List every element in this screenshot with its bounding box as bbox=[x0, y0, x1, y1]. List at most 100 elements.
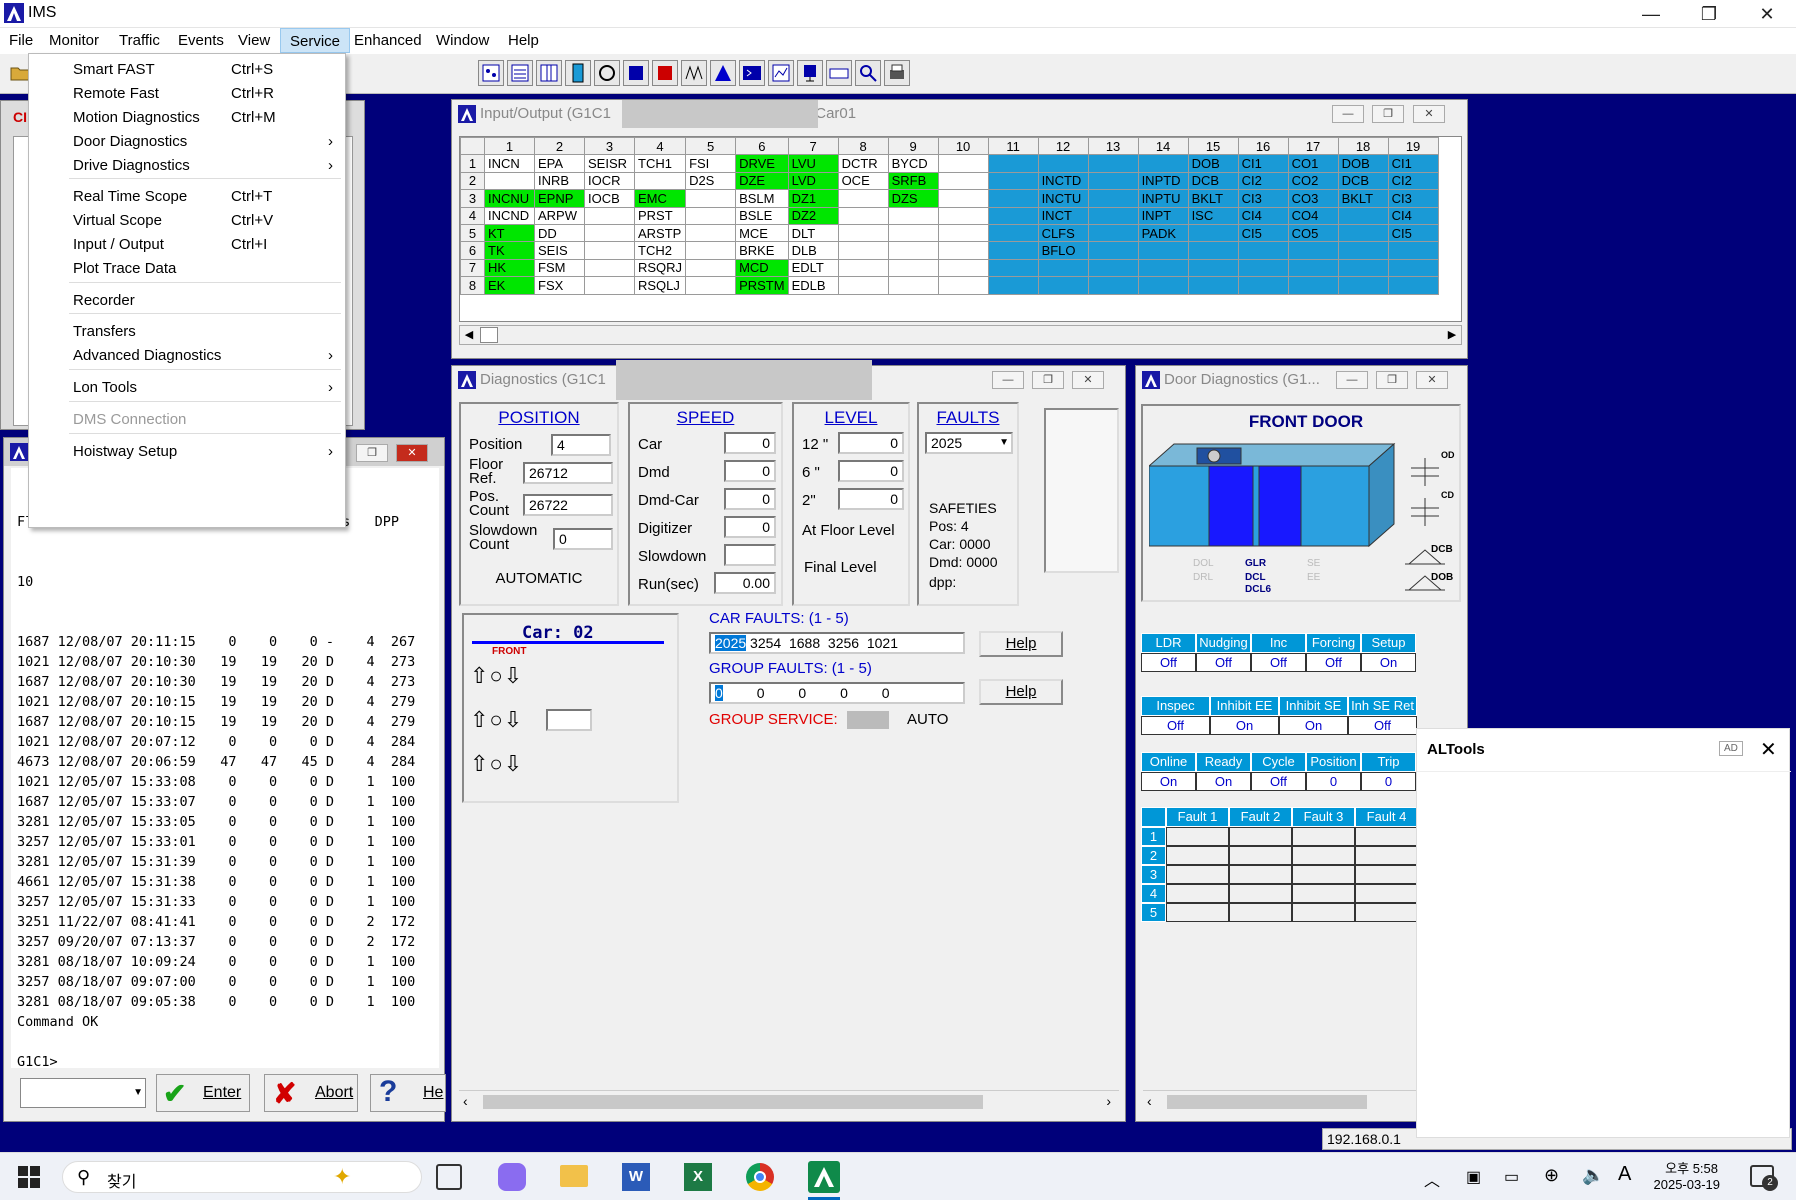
volume-icon[interactable]: 🔈 bbox=[1582, 1165, 1604, 1186]
scroll-thumb[interactable] bbox=[483, 1095, 983, 1109]
io-cell[interactable]: INCTD bbox=[1037, 171, 1089, 191]
io-cell[interactable]: INPTD bbox=[1137, 171, 1189, 191]
clock-time[interactable]: 오후 5:58 bbox=[1650, 1158, 1718, 1177]
io-cell[interactable]: CO4 bbox=[1287, 206, 1339, 225]
io-cell[interactable]: BYCD bbox=[887, 154, 939, 173]
io-cell[interactable]: KT bbox=[484, 223, 535, 243]
io-cell[interactable]: CI1 bbox=[1237, 154, 1289, 173]
io-cell[interactable] bbox=[987, 206, 1039, 225]
windows-start-icon[interactable] bbox=[18, 1166, 40, 1188]
io-cell[interactable]: DOB bbox=[1187, 154, 1239, 173]
toolbar-tool-11-icon[interactable] bbox=[768, 60, 794, 86]
service-menu-item[interactable]: Smart FAST Ctrl+S bbox=[29, 58, 345, 82]
io-cell[interactable]: BRKE bbox=[735, 241, 789, 260]
toolbar-tool-1-icon[interactable] bbox=[478, 60, 504, 86]
io-cell[interactable] bbox=[937, 206, 989, 225]
io-cell[interactable]: INRB bbox=[534, 171, 585, 191]
diag-horizontal-scrollbar[interactable]: ‹ › bbox=[459, 1090, 1119, 1112]
io-cell[interactable] bbox=[1387, 241, 1439, 260]
io-cell[interactable] bbox=[584, 276, 635, 295]
io-cell[interactable] bbox=[937, 189, 989, 208]
io-cell[interactable]: BKLT bbox=[1187, 189, 1239, 208]
scroll-right-icon[interactable]: ▶ bbox=[1443, 326, 1461, 344]
io-cell[interactable]: CI3 bbox=[1237, 189, 1289, 208]
io-cell[interactable]: EMC bbox=[633, 189, 687, 208]
toolbar-tool-7-icon[interactable] bbox=[652, 60, 678, 86]
scroll-thumb[interactable] bbox=[1167, 1095, 1367, 1109]
io-cell[interactable] bbox=[1287, 258, 1339, 278]
io-cell[interactable]: INCNU bbox=[484, 189, 535, 208]
io-cell[interactable]: CO3 bbox=[1287, 189, 1339, 208]
io-cell[interactable]: BSLE bbox=[735, 206, 789, 225]
door-restore-button[interactable]: ❐ bbox=[1376, 371, 1408, 389]
io-cell[interactable]: EPNP bbox=[534, 189, 585, 208]
io-cell[interactable]: LVD bbox=[787, 171, 839, 191]
toolbar-tool-10-icon[interactable] bbox=[739, 60, 765, 86]
io-horizontal-scrollbar[interactable]: ◀ ▶ bbox=[459, 325, 1462, 345]
io-cell[interactable]: SRFB bbox=[887, 171, 939, 191]
io-close-button[interactable]: ✕ bbox=[1413, 105, 1445, 123]
io-cell[interactable]: D2S bbox=[685, 171, 737, 191]
menu-traffic[interactable]: Traffic bbox=[110, 28, 169, 53]
service-menu-item[interactable]: Remote Fast Ctrl+R bbox=[29, 82, 345, 106]
chevron-down-icon[interactable]: ▼ bbox=[999, 434, 1009, 452]
io-cell[interactable]: RSQRJ bbox=[633, 258, 687, 278]
io-cell[interactable]: DCB bbox=[1337, 171, 1389, 191]
service-menu-item[interactable]: Hoistway Setup › bbox=[29, 440, 345, 464]
io-cell[interactable]: CI5 bbox=[1387, 223, 1439, 243]
io-cell[interactable] bbox=[1187, 241, 1239, 260]
io-cell[interactable]: CI5 bbox=[1237, 223, 1289, 243]
abort-button[interactable]: ✘ Abort bbox=[264, 1074, 358, 1112]
scroll-left-icon[interactable]: ◀ bbox=[460, 326, 478, 344]
io-minimize-button[interactable]: — bbox=[1332, 105, 1364, 123]
service-menu-item[interactable]: Transfers bbox=[29, 320, 345, 344]
io-cell[interactable]: DZ2 bbox=[787, 206, 839, 225]
io-cell[interactable] bbox=[1337, 258, 1389, 278]
io-cell[interactable] bbox=[1087, 223, 1139, 243]
scroll-left-icon[interactable]: ‹ bbox=[1147, 1093, 1152, 1109]
menu-file[interactable]: File bbox=[0, 28, 42, 53]
io-cell[interactable]: DOB bbox=[1337, 154, 1389, 173]
io-cell[interactable]: CI2 bbox=[1237, 171, 1289, 191]
menu-service[interactable]: Service bbox=[280, 28, 351, 53]
io-cell[interactable]: ISC bbox=[1187, 206, 1239, 225]
io-cell[interactable]: SEIS bbox=[534, 241, 585, 260]
io-cell[interactable] bbox=[1087, 154, 1139, 173]
io-cell[interactable] bbox=[1137, 154, 1189, 173]
io-cell[interactable] bbox=[987, 258, 1039, 278]
io-cell[interactable] bbox=[1087, 189, 1139, 208]
menu-events[interactable]: Events bbox=[169, 28, 233, 53]
io-cell[interactable] bbox=[937, 223, 989, 243]
io-cell[interactable] bbox=[584, 258, 635, 278]
menu-view[interactable]: View bbox=[229, 28, 279, 53]
io-cell[interactable] bbox=[1137, 241, 1189, 260]
io-cell[interactable]: FSX bbox=[534, 276, 585, 295]
io-cell[interactable]: PRST bbox=[633, 206, 687, 225]
io-cell[interactable] bbox=[987, 223, 1039, 243]
toolbar-tool-5-icon[interactable] bbox=[594, 60, 620, 86]
toolbar-tool-3-icon[interactable] bbox=[536, 60, 562, 86]
io-cell[interactable]: RSQLJ bbox=[633, 276, 687, 295]
car-faults-help-button[interactable]: Help bbox=[979, 631, 1063, 657]
io-cell[interactable] bbox=[1337, 276, 1389, 295]
io-cell[interactable] bbox=[1337, 241, 1389, 260]
io-cell[interactable] bbox=[1187, 276, 1239, 295]
ime-icon[interactable]: A bbox=[1618, 1163, 1631, 1186]
scroll-left-icon[interactable]: ‹ bbox=[463, 1093, 468, 1109]
toolbar-tool-4-icon[interactable] bbox=[565, 60, 591, 86]
io-cell[interactable] bbox=[1087, 206, 1139, 225]
io-cell[interactable] bbox=[987, 171, 1039, 191]
io-cell[interactable] bbox=[837, 223, 889, 243]
toolbar-tool-2-icon[interactable] bbox=[507, 60, 533, 86]
io-cell[interactable] bbox=[937, 276, 989, 295]
clock-date[interactable]: 2025-03-19 bbox=[1644, 1177, 1721, 1192]
io-cell[interactable] bbox=[685, 258, 737, 278]
command-input[interactable]: ▼ bbox=[20, 1078, 146, 1108]
io-cell[interactable]: LVU bbox=[787, 154, 839, 173]
io-cell[interactable]: MCE bbox=[735, 223, 789, 243]
io-cell[interactable] bbox=[1237, 276, 1289, 295]
io-cell[interactable] bbox=[1037, 154, 1089, 173]
diag-restore-button[interactable]: ❐ bbox=[1032, 371, 1064, 389]
io-cell[interactable] bbox=[837, 258, 889, 278]
io-cell[interactable]: EDLT bbox=[787, 258, 839, 278]
